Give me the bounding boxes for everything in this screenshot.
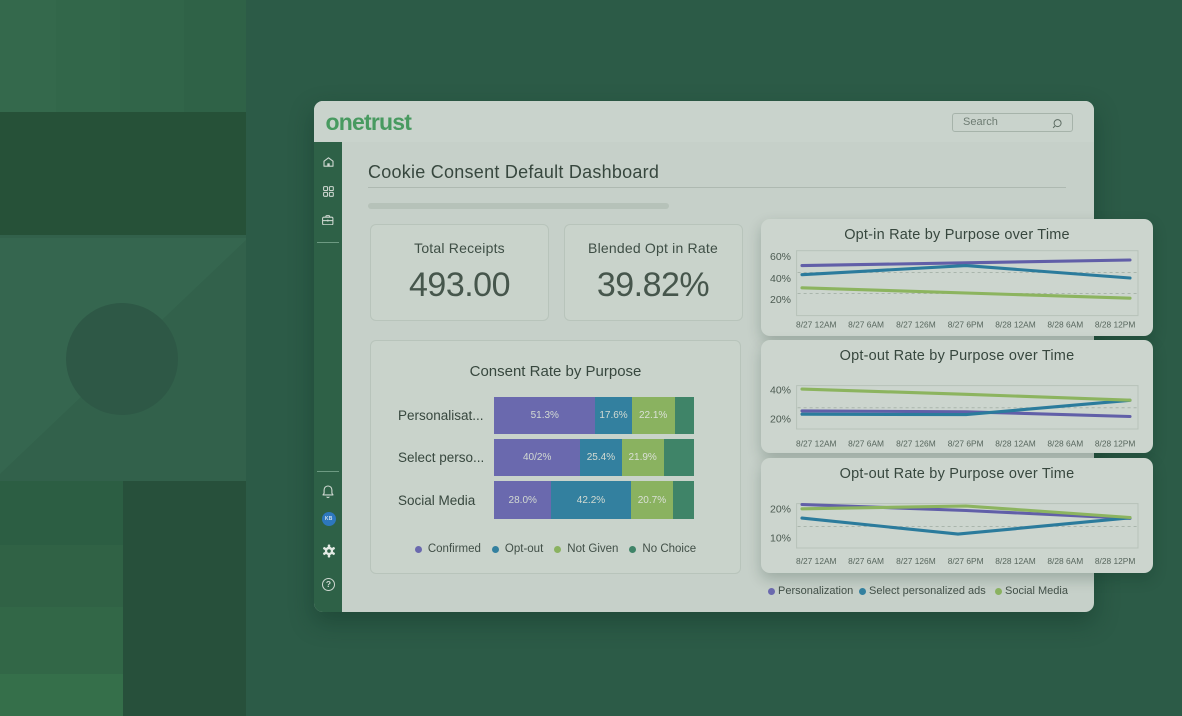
svg-text:8/27 12AM: 8/27 12AM	[796, 439, 837, 449]
svg-text:10%: 10%	[770, 533, 791, 545]
svg-text:8/28 12AM: 8/28 12AM	[995, 320, 1036, 330]
svg-text:8/27 126M: 8/27 126M	[896, 556, 936, 566]
svg-text:40%: 40%	[770, 273, 791, 285]
svg-text:8/28 12AM: 8/28 12AM	[995, 556, 1036, 566]
svg-text:8/28 6AM: 8/28 6AM	[1047, 439, 1083, 449]
svg-text:40%: 40%	[770, 384, 791, 396]
svg-text:8/27 126M: 8/27 126M	[896, 439, 936, 449]
svg-text:8/27 6AM: 8/27 6AM	[848, 439, 884, 449]
svg-text:8/27 6PM: 8/27 6PM	[948, 439, 984, 449]
svg-text:20%: 20%	[770, 503, 791, 515]
svg-text:8/28 6AM: 8/28 6AM	[1047, 320, 1083, 330]
svg-text:8/27 6PM: 8/27 6PM	[948, 320, 984, 330]
svg-text:8/27 6AM: 8/27 6AM	[848, 320, 884, 330]
svg-text:8/27 126M: 8/27 126M	[896, 320, 936, 330]
svg-text:8/27 12AM: 8/27 12AM	[796, 320, 837, 330]
svg-text:8/28 12PM: 8/28 12PM	[1095, 320, 1136, 330]
svg-text:8/28 6AM: 8/28 6AM	[1047, 556, 1083, 566]
svg-text:8/27 6AM: 8/27 6AM	[848, 556, 884, 566]
svg-text:8/28 12PM: 8/28 12PM	[1095, 439, 1136, 449]
svg-text:8/28 12PM: 8/28 12PM	[1095, 556, 1136, 566]
svg-text:8/27 12AM: 8/27 12AM	[796, 556, 837, 566]
svg-text:8/27 6PM: 8/27 6PM	[948, 556, 984, 566]
svg-text:20%: 20%	[770, 414, 791, 426]
svg-text:8/28 12AM: 8/28 12AM	[995, 439, 1036, 449]
svg-text:20%: 20%	[770, 294, 791, 306]
svg-text:60%: 60%	[770, 251, 791, 263]
